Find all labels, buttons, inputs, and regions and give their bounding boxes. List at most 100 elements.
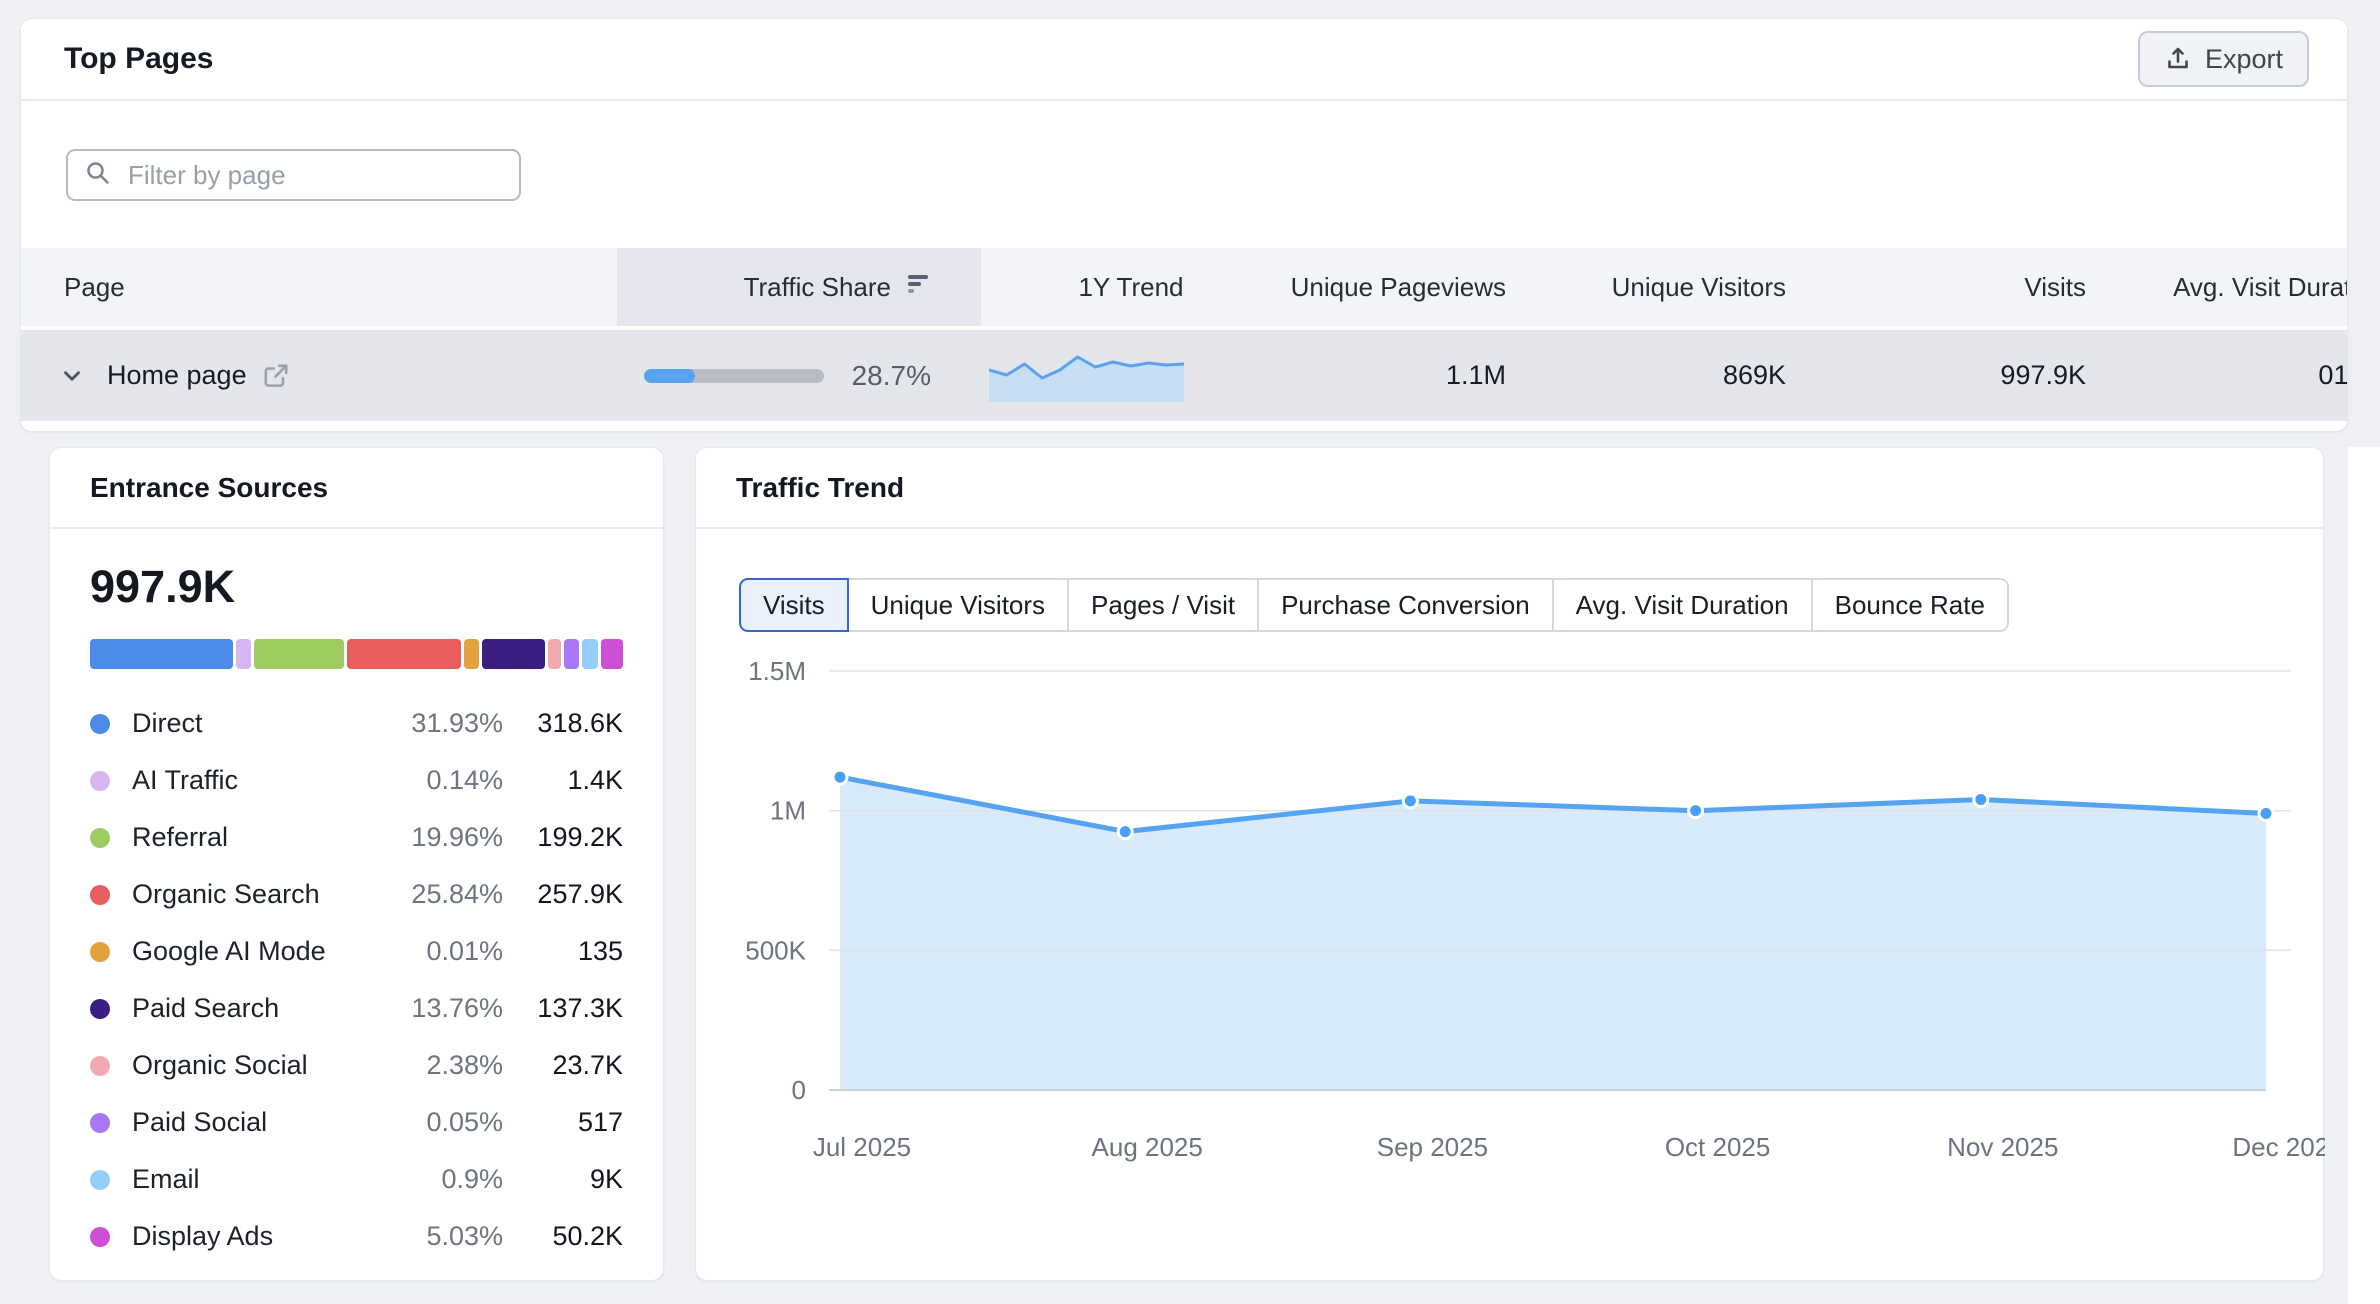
traffic-share-percent: 28.7%	[852, 360, 931, 392]
legend-dot-organic-social	[90, 1056, 110, 1076]
legend-label: Direct	[132, 708, 353, 739]
legend-row-referral[interactable]: Referral19.96%199.2K	[90, 809, 623, 866]
bar-segment-email	[582, 639, 598, 669]
legend-row-display-ads[interactable]: Display Ads5.03%50.2K	[90, 1208, 623, 1265]
column-header-label: Page	[64, 272, 125, 303]
legend-value: 1.4K	[503, 765, 623, 796]
legend-row-google-ai-mode[interactable]: Google AI Mode0.01%135	[90, 923, 623, 980]
legend-dot-direct	[90, 714, 110, 734]
cell-avg-visit-duration: 01:31	[2111, 330, 2348, 421]
legend-row-ai-traffic[interactable]: AI Traffic0.14%1.4K	[90, 752, 623, 809]
svg-text:Oct 2025: Oct 2025	[1665, 1132, 1771, 1162]
entrance-sources-header: Entrance Sources	[50, 448, 663, 529]
entrance-sources-title: Entrance Sources	[90, 472, 328, 504]
entrance-sources-bar	[90, 639, 623, 669]
cell-unique-visitors: 869K	[1531, 330, 1811, 421]
legend-row-organic-search[interactable]: Organic Search25.84%257.9K	[90, 866, 623, 923]
legend-percent: 25.84%	[353, 879, 503, 910]
svg-text:Sep 2025: Sep 2025	[1377, 1132, 1488, 1162]
sparkline-chart	[989, 350, 1184, 402]
upload-icon	[2164, 45, 2192, 73]
svg-text:1.5M: 1.5M	[748, 656, 806, 686]
column-header-page[interactable]: Page	[21, 248, 617, 326]
tab-bounce-rate[interactable]: Bounce Rate	[1811, 578, 2009, 632]
legend-dot-ai-traffic	[90, 771, 110, 791]
top-pages-panel: Top Pages Export PageTraffic Share1Y Tre…	[0, 0, 2380, 1304]
bar-segment-display-ads	[601, 639, 623, 669]
legend-value: 135	[503, 936, 623, 967]
legend-percent: 0.05%	[353, 1107, 503, 1138]
svg-text:Jul 2025: Jul 2025	[813, 1132, 911, 1162]
legend-label: Paid Social	[132, 1107, 353, 1138]
traffic-share-bar	[644, 369, 824, 383]
column-header-label: Unique Pageviews	[1291, 272, 1506, 303]
column-header-visits[interactable]: Visits	[1811, 248, 2111, 326]
column-header-label: Traffic Share	[744, 272, 891, 303]
tab-purchase-conversion[interactable]: Purchase Conversion	[1257, 578, 1554, 632]
bar-segment-direct	[90, 639, 233, 669]
bar-segment-paid-social	[564, 639, 579, 669]
legend-row-direct[interactable]: Direct31.93%318.6K	[90, 695, 623, 752]
legend-value: 50.2K	[503, 1221, 623, 1252]
column-header-label: Avg. Visit Duration	[2173, 272, 2348, 303]
column-header-label: Visits	[2024, 272, 2086, 303]
legend-dot-google-ai-mode	[90, 942, 110, 962]
legend-label: Google AI Mode	[132, 936, 353, 967]
entrance-sources-card: Entrance Sources 997.9K Direct31.93%318.…	[49, 447, 664, 1281]
bar-segment-ai-traffic	[236, 639, 251, 669]
legend-value: 9K	[503, 1164, 623, 1195]
legend-percent: 5.03%	[353, 1221, 503, 1252]
traffic-trend-header: Traffic Trend	[696, 448, 2323, 529]
svg-text:0: 0	[792, 1075, 806, 1105]
cell-traffic-share: 28.7%	[617, 330, 981, 421]
tab-avg-visit-duration[interactable]: Avg. Visit Duration	[1552, 578, 1813, 632]
column-header-unique-pageviews[interactable]: Unique Pageviews	[1281, 248, 1531, 326]
bar-segment-google-ai-mode	[464, 639, 479, 669]
legend-percent: 19.96%	[353, 822, 503, 853]
legend-percent: 13.76%	[353, 993, 503, 1024]
entrance-sources-total: 997.9K	[90, 561, 623, 613]
column-header-1y-trend[interactable]: 1Y Trend	[981, 248, 1281, 326]
legend-value: 199.2K	[503, 822, 623, 853]
search-icon	[84, 159, 112, 192]
table-row[interactable]: Home page28.7%1.1M869K997.9K01:31	[21, 330, 2348, 421]
legend-percent: 0.01%	[353, 936, 503, 967]
svg-text:Nov 2025: Nov 2025	[1947, 1132, 2058, 1162]
cell-visits: 997.9K	[1811, 330, 2111, 421]
legend-percent: 2.38%	[353, 1050, 503, 1081]
table-header: Page Traffic Share 1Y Trend Unique Pageview…	[21, 248, 2348, 326]
column-header-unique-visitors[interactable]: Unique Visitors	[1531, 248, 1811, 326]
tab-pages-visit[interactable]: Pages / Visit	[1067, 578, 1259, 632]
tab-unique-visitors[interactable]: Unique Visitors	[847, 578, 1069, 632]
legend-row-paid-social[interactable]: Paid Social0.05%517	[90, 1094, 623, 1151]
legend-row-email[interactable]: Email0.9%9K	[90, 1151, 623, 1208]
chevron-down-icon[interactable]	[59, 363, 85, 389]
traffic-trend-title: Traffic Trend	[736, 472, 904, 504]
legend-value: 318.6K	[503, 708, 623, 739]
svg-text:1M: 1M	[770, 796, 806, 826]
bar-segment-referral	[254, 639, 344, 669]
external-link-icon[interactable]	[261, 361, 291, 391]
legend-dot-organic-search	[90, 885, 110, 905]
svg-text:500K: 500K	[745, 935, 806, 965]
column-header-label: Unique Visitors	[1612, 272, 1786, 303]
svg-text:Aug 2025: Aug 2025	[1092, 1132, 1203, 1162]
column-header-avg-visit-duration[interactable]: Avg. Visit Duration	[2111, 248, 2348, 326]
legend-row-paid-search[interactable]: Paid Search13.76%137.3K	[90, 980, 623, 1037]
filter-box	[66, 149, 521, 201]
filter-input[interactable]	[126, 159, 503, 192]
legend-label: Referral	[132, 822, 353, 853]
legend-percent: 0.9%	[353, 1164, 503, 1195]
column-header-traffic-share[interactable]: Traffic Share	[617, 248, 981, 326]
legend-dot-display-ads	[90, 1227, 110, 1247]
legend-value: 23.7K	[503, 1050, 623, 1081]
page-name: Home page	[107, 360, 247, 391]
legend-row-organic-social[interactable]: Organic Social2.38%23.7K	[90, 1037, 623, 1094]
sort-descending-icon	[905, 271, 931, 304]
export-label: Export	[2205, 44, 2283, 75]
export-button[interactable]: Export	[2138, 31, 2309, 87]
legend-label: Email	[132, 1164, 353, 1195]
top-pages-card: Top Pages Export PageTraffic Share1Y Tre…	[20, 18, 2348, 432]
tab-visits[interactable]: Visits	[739, 578, 849, 632]
bar-segment-organic-social	[548, 639, 562, 669]
